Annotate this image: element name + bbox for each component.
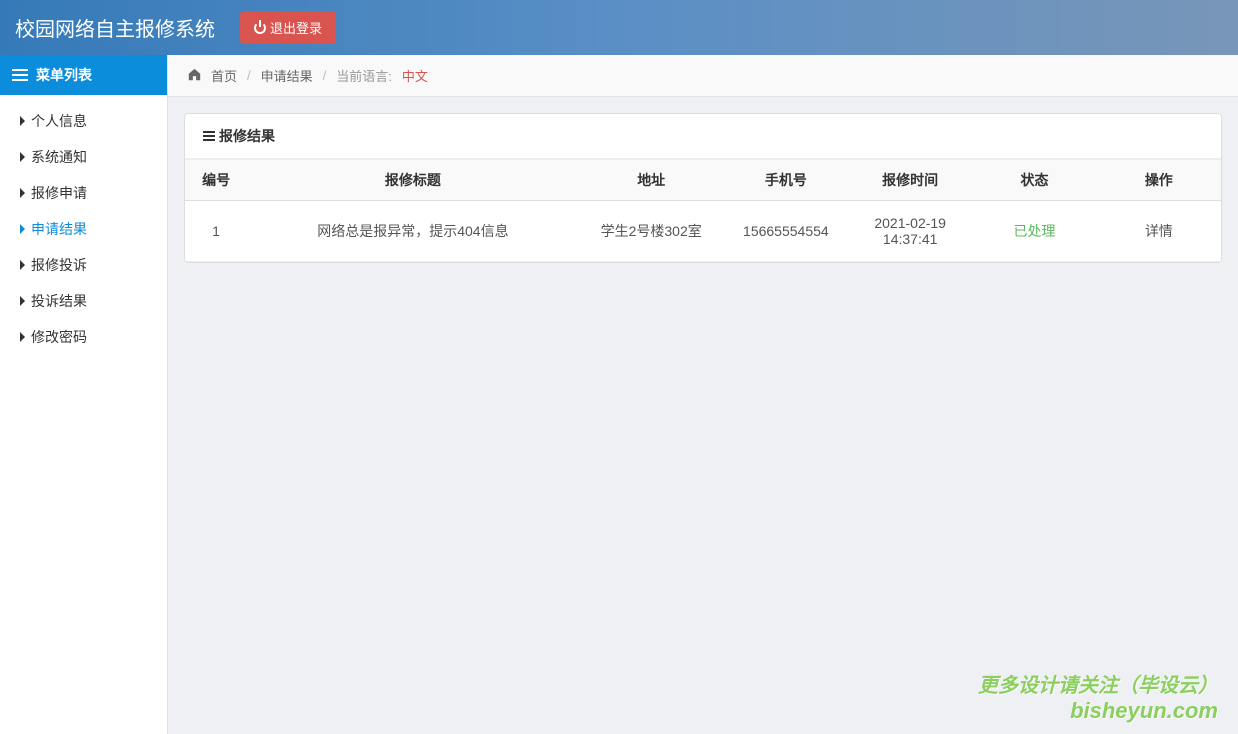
caret-right-icon bbox=[20, 260, 25, 270]
sidebar: 菜单列表 个人信息 系统通知 报修申请 申请结果 报修投诉 bbox=[0, 55, 168, 734]
content: 报修结果 编号 报修标题 地址 手机号 报修时间 状态 操作 bbox=[168, 97, 1238, 279]
caret-right-icon bbox=[20, 188, 25, 198]
breadcrumb-lang-label: 当前语言: bbox=[336, 66, 392, 85]
home-icon bbox=[188, 68, 201, 84]
col-time: 报修时间 bbox=[848, 160, 972, 201]
cell-time: 2021-02-19 14:37:41 bbox=[848, 201, 972, 262]
caret-right-icon bbox=[20, 116, 25, 126]
cell-title: 网络总是报异常，提示404信息 bbox=[247, 201, 579, 262]
breadcrumb-separator: / bbox=[323, 68, 327, 83]
col-phone: 手机号 bbox=[724, 160, 848, 201]
breadcrumb-home[interactable]: 首页 bbox=[211, 66, 237, 85]
sidebar-item-label: 报修申请 bbox=[31, 183, 87, 203]
col-status: 状态 bbox=[972, 160, 1096, 201]
sidebar-item-repair-apply[interactable]: 报修申请 bbox=[0, 175, 167, 211]
logout-button[interactable]: 退出登录 bbox=[240, 11, 336, 44]
caret-right-icon bbox=[20, 152, 25, 162]
sidebar-header: 菜单列表 bbox=[0, 55, 167, 95]
table-header-row: 编号 报修标题 地址 手机号 报修时间 状态 操作 bbox=[185, 160, 1221, 201]
breadcrumb-current: 申请结果 bbox=[261, 66, 313, 85]
sidebar-item-label: 修改密码 bbox=[31, 327, 87, 347]
breadcrumb-separator: / bbox=[247, 68, 251, 83]
result-table: 编号 报修标题 地址 手机号 报修时间 状态 操作 1 网络总是报异常，提示40 bbox=[185, 159, 1221, 262]
breadcrumb: 首页 / 申请结果 / 当前语言: 中文 bbox=[168, 55, 1238, 97]
sidebar-item-label: 个人信息 bbox=[31, 111, 87, 131]
cell-id: 1 bbox=[185, 201, 247, 262]
panel-title: 报修结果 bbox=[219, 126, 275, 146]
sidebar-item-label: 报修投诉 bbox=[31, 255, 87, 275]
sidebar-item-complaint-result[interactable]: 投诉结果 bbox=[0, 283, 167, 319]
sidebar-item-notice[interactable]: 系统通知 bbox=[0, 139, 167, 175]
sidebar-item-change-password[interactable]: 修改密码 bbox=[0, 319, 167, 355]
app-header: 校园网络自主报修系统 退出登录 bbox=[0, 0, 1238, 55]
sidebar-header-label: 菜单列表 bbox=[36, 65, 92, 85]
cell-action: 详情 bbox=[1097, 201, 1221, 262]
caret-right-icon bbox=[20, 296, 25, 306]
sidebar-item-complaint[interactable]: 报修投诉 bbox=[0, 247, 167, 283]
col-id: 编号 bbox=[185, 160, 247, 201]
power-icon bbox=[254, 22, 266, 34]
sidebar-item-profile[interactable]: 个人信息 bbox=[0, 103, 167, 139]
table-row: 1 网络总是报异常，提示404信息 学生2号楼302室 15665554554 … bbox=[185, 201, 1221, 262]
panel-header: 报修结果 bbox=[185, 114, 1221, 159]
col-title: 报修标题 bbox=[247, 160, 579, 201]
result-panel: 报修结果 编号 报修标题 地址 手机号 报修时间 状态 操作 bbox=[184, 113, 1222, 263]
list-icon bbox=[203, 131, 215, 141]
caret-right-icon bbox=[20, 224, 25, 234]
col-action: 操作 bbox=[1097, 160, 1221, 201]
menu-icon bbox=[12, 69, 28, 81]
logout-label: 退出登录 bbox=[270, 18, 322, 37]
sidebar-item-label: 系统通知 bbox=[31, 147, 87, 167]
status-badge: 已处理 bbox=[1013, 223, 1055, 239]
sidebar-item-label: 投诉结果 bbox=[31, 291, 87, 311]
breadcrumb-lang-value[interactable]: 中文 bbox=[402, 66, 428, 85]
detail-link[interactable]: 详情 bbox=[1145, 223, 1173, 239]
caret-right-icon bbox=[20, 332, 25, 342]
main-area: 首页 / 申请结果 / 当前语言: 中文 报修结果 编号 报修标题 地址 bbox=[168, 55, 1238, 734]
app-title: 校园网络自主报修系统 bbox=[15, 13, 215, 42]
cell-status: 已处理 bbox=[972, 201, 1096, 262]
sidebar-item-apply-result[interactable]: 申请结果 bbox=[0, 211, 167, 247]
cell-address: 学生2号楼302室 bbox=[579, 201, 724, 262]
sidebar-item-label: 申请结果 bbox=[31, 219, 87, 239]
sidebar-menu: 个人信息 系统通知 报修申请 申请结果 报修投诉 投诉结果 bbox=[0, 95, 167, 363]
col-address: 地址 bbox=[579, 160, 724, 201]
cell-phone: 15665554554 bbox=[724, 201, 848, 262]
